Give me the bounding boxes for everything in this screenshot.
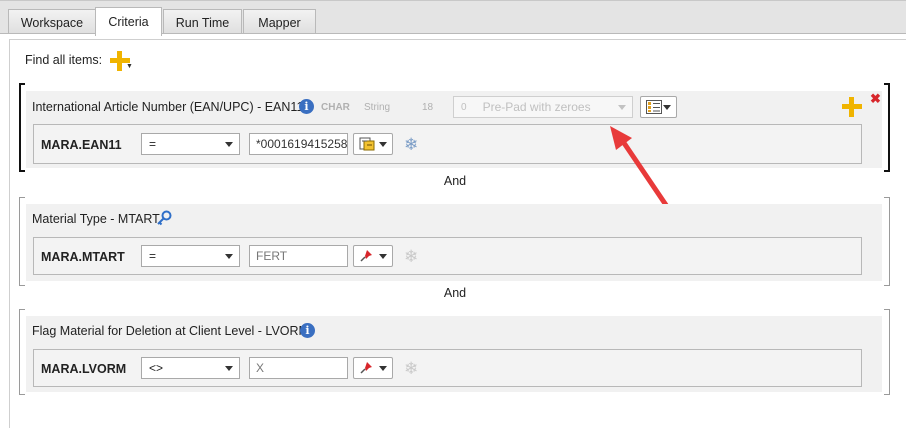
chevron-down-icon [225,142,233,147]
group-bracket-right [884,197,890,286]
value-input[interactable]: *00016194152586 [249,133,348,155]
group-title-lvorm: Flag Material for Deletion at Client Lev… [32,324,309,338]
tab-mapper[interactable]: Mapper [243,9,316,35]
add-condition-plus-icon[interactable] [842,97,862,117]
snowflake-icon[interactable]: ❄ [404,136,418,153]
group-bracket-left [19,83,25,172]
info-icon[interactable]: i [299,99,314,114]
value-text: *00016194152586 [256,137,348,151]
group-title-ean11: International Article Number (EAN/UPC) -… [32,100,304,114]
value-input[interactable]: FERT [249,245,348,267]
value-input[interactable]: X [249,357,348,379]
field-type-label: CHAR [321,102,350,113]
field-datatype-label: String [364,102,391,113]
chevron-down-icon [379,254,387,259]
operator-value: = [149,249,157,263]
find-all-label: Find all items: [25,53,103,67]
operator-dropdown[interactable]: <> [141,357,240,379]
grid-list-icon [646,100,662,114]
pin-icon [360,362,372,374]
and-connector: And [443,286,467,300]
tab-criteria-label: Criteria [108,15,149,29]
field-options-button[interactable] [640,96,677,118]
tab-run-time[interactable]: Run Time [163,9,242,35]
pad-option-dropdown[interactable]: 0 Pre-Pad with zeroes [453,96,633,118]
operator-dropdown[interactable]: = [141,133,240,155]
chevron-down-icon [618,105,626,110]
chevron-down-icon [379,366,387,371]
condition-field-name: MARA.EAN11 [41,138,122,152]
value-source-button[interactable] [353,133,393,155]
add-criteria-caret-icon[interactable]: ▼ [126,63,133,70]
tab-workspace-label: Workspace [20,15,84,30]
chevron-down-icon [225,254,233,259]
operator-value: = [149,137,157,151]
value-source-button[interactable] [353,357,393,379]
tab-workspace[interactable]: Workspace [8,9,96,35]
group-bracket-right [884,309,890,395]
key-icon [157,210,172,226]
chevron-down-icon [379,142,387,147]
value-text: X [256,361,265,375]
tab-criteria[interactable]: Criteria [95,7,162,36]
value-source-button[interactable] [353,245,393,267]
operator-dropdown[interactable]: = [141,245,240,267]
tab-mapper-label: Mapper [258,15,301,30]
remove-group-close-icon[interactable]: ✖ [870,91,881,107]
tab-run-time-label: Run Time [175,15,230,30]
group-title-mtart: Material Type - MTART [32,212,160,226]
info-icon[interactable]: i [300,323,315,338]
snowflake-icon[interactable]: ❄ [404,248,418,265]
chevron-down-icon [663,105,671,110]
group-bracket-left [19,197,25,286]
field-length-label: 18 [422,102,434,113]
condition-field-name: MARA.MTART [41,250,125,264]
condition-field-name: MARA.LVORM [41,362,127,376]
pad-prefix: 0 [461,101,467,113]
pad-option-value: Pre-Pad with zeroes [482,100,591,114]
value-text: FERT [256,249,288,263]
and-connector: And [443,174,467,188]
operator-value: <> [149,361,164,375]
group-bracket-left [19,309,25,395]
chevron-down-icon [225,366,233,371]
pin-icon [360,250,372,262]
group-bracket-right [884,83,890,172]
snowflake-icon[interactable]: ❄ [404,360,418,377]
tab-bar: Workspace Criteria Run Time Mapper [0,0,906,36]
variable-picker-icon [359,137,375,151]
